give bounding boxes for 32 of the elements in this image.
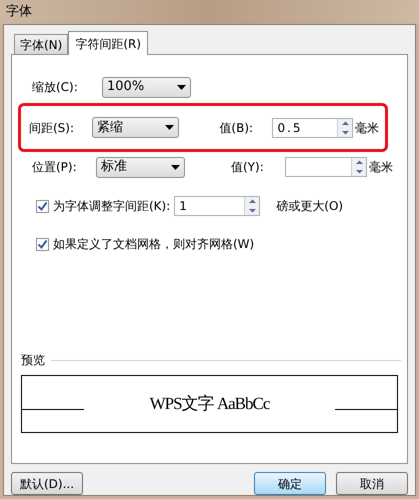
dialog-button[interactable]: 默认(D)... bbox=[11, 472, 83, 495]
field-label: 间距(S): bbox=[29, 120, 76, 136]
preview-label: 预览 bbox=[21, 352, 45, 369]
field-label: 值(Y): bbox=[231, 159, 265, 176]
dropdown[interactable]: 标准 bbox=[96, 156, 185, 178]
window-title: 字体 bbox=[6, 3, 32, 22]
preview-text: WPS文字 AaBbCc bbox=[150, 393, 270, 416]
caret-icon bbox=[165, 125, 174, 130]
spin-field[interactable] bbox=[285, 157, 367, 177]
tab[interactable]: 字体(N) bbox=[14, 34, 68, 54]
field-label: 值(B): bbox=[219, 120, 254, 136]
dropdown[interactable]: 100% bbox=[102, 76, 191, 98]
field-label: 缩放(C): bbox=[32, 79, 79, 96]
spin-field[interactable]: 0.5 bbox=[272, 118, 354, 138]
field-label: 位置(P): bbox=[32, 159, 78, 176]
unit-label: 毫米 bbox=[355, 120, 380, 136]
spin-arrows-icon bbox=[337, 118, 352, 136]
caret-icon bbox=[171, 164, 180, 170]
dropdown[interactable]: 紧缩 bbox=[92, 117, 180, 138]
checkbox-label: 如果定义了文档网格，则对齐网格(W) bbox=[53, 236, 254, 253]
caret-icon bbox=[177, 84, 186, 90]
checkbox[interactable] bbox=[36, 200, 49, 212]
dialog-button[interactable]: 确定 bbox=[254, 472, 326, 495]
checkbox[interactable] bbox=[36, 238, 49, 250]
dialog-button[interactable]: 取消 bbox=[336, 472, 408, 495]
checkbox-label: 为字体调整字间距(K): bbox=[53, 198, 170, 215]
field-label: 磅或更大(O) bbox=[276, 198, 344, 215]
tab[interactable]: 字符间距(R) bbox=[68, 31, 148, 55]
spin-field[interactable]: 1 bbox=[174, 196, 260, 216]
unit-label: 毫米 bbox=[369, 159, 393, 176]
spin-arrows-icon bbox=[244, 197, 260, 215]
spin-arrows-icon bbox=[351, 158, 366, 176]
